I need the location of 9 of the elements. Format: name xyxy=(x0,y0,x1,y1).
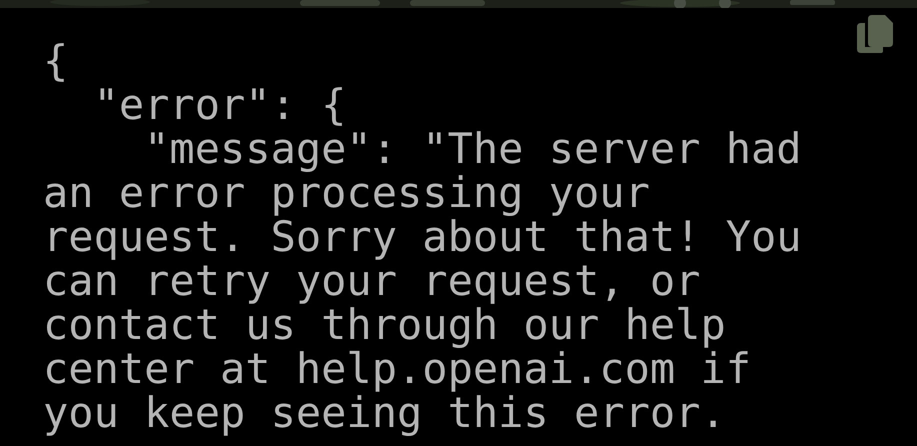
code-line: request. Sorry about that! You xyxy=(43,215,803,259)
code-line: you keep seeing this error. xyxy=(43,391,727,435)
code-line: { xyxy=(43,39,70,83)
code-line: "message": "The server had xyxy=(143,127,803,171)
code-line: "error": { xyxy=(92,83,348,127)
code-line: can retry your request, or xyxy=(43,259,702,303)
code-line: center at help.openai.com if xyxy=(43,347,752,391)
code-line: contact us through our help xyxy=(43,303,727,347)
code-line: an error processing your xyxy=(43,171,651,215)
